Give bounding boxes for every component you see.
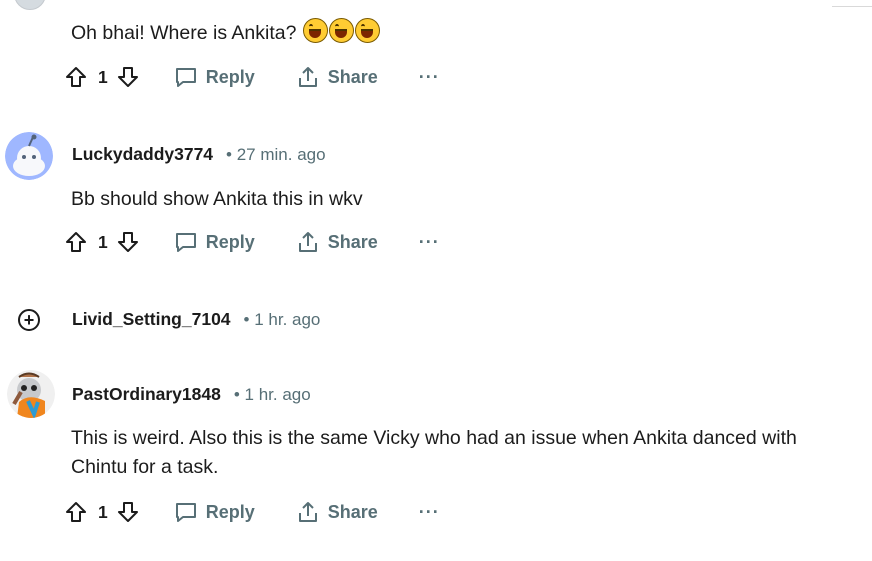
- more-icon: ···: [418, 66, 440, 87]
- upvote-button[interactable]: [64, 65, 88, 89]
- comment-4-header: PastOrdinary1848 • 1 hr. ago: [72, 384, 311, 405]
- share-label: Share: [327, 66, 378, 87]
- more-icon: ···: [418, 231, 440, 252]
- comment-1-actions: 1 Reply Share ···: [64, 62, 440, 92]
- reply-label: Reply: [205, 231, 255, 252]
- comment-1-body: Oh bhai! Where is Ankita?: [71, 22, 297, 44]
- downvote-icon: [117, 67, 138, 87]
- downvote-button[interactable]: [116, 65, 140, 89]
- vote-count: 1: [98, 66, 108, 87]
- upvote-icon: [66, 502, 86, 522]
- reply-label: Reply: [205, 66, 255, 87]
- timestamp: • 1 hr. ago: [243, 309, 321, 329]
- reply-button[interactable]: Reply: [174, 65, 255, 89]
- top-divider: [832, 6, 872, 7]
- reddit-default-avatar-icon: [5, 132, 53, 180]
- previous-avatar-fragment: [14, 0, 46, 10]
- comment-2-text: Bb should show Ankita this in wkv: [71, 188, 363, 210]
- upvote-icon: [66, 67, 86, 87]
- reply-icon: [175, 68, 196, 87]
- reply-button[interactable]: Reply: [174, 500, 255, 524]
- timestamp: • 27 min. ago: [226, 144, 326, 164]
- vote-count: 1: [98, 501, 108, 522]
- avatar[interactable]: [7, 370, 55, 418]
- share-label: Share: [327, 231, 378, 252]
- username[interactable]: PastOrdinary1848: [72, 384, 221, 405]
- expand-thread-icon: +: [23, 310, 35, 330]
- more-options-button[interactable]: ···: [419, 502, 440, 523]
- custom-avatar-icon: [7, 370, 55, 418]
- comment-2-actions: 1 Reply Share ···: [64, 227, 440, 257]
- reply-label: Reply: [205, 501, 255, 522]
- share-icon: [298, 502, 317, 522]
- comment-4-actions: 1 Reply Share ···: [64, 497, 440, 527]
- comment-2-header: Luckydaddy3774 • 27 min. ago: [72, 144, 326, 165]
- share-button[interactable]: Share: [296, 230, 378, 254]
- downvote-button[interactable]: [116, 500, 140, 524]
- timestamp: • 1 hr. ago: [233, 384, 311, 404]
- reply-button[interactable]: Reply: [174, 230, 255, 254]
- upvote-button[interactable]: [64, 500, 88, 524]
- comment-1-text: Oh bhai! Where is Ankita?: [71, 18, 380, 48]
- share-label: Share: [327, 501, 378, 522]
- collapsed-comment-header: Livid_Setting_7104 • 1 hr. ago: [72, 309, 320, 330]
- more-options-button[interactable]: ···: [419, 67, 440, 88]
- comment-4-line-2: Chintu for a task.: [71, 456, 219, 478]
- share-icon: [298, 67, 317, 87]
- reply-icon: [175, 503, 196, 522]
- username[interactable]: Livid_Setting_7104: [72, 309, 231, 330]
- downvote-button[interactable]: [116, 230, 140, 254]
- emoji-laugh-icon-1: [302, 18, 328, 43]
- share-icon: [298, 232, 317, 252]
- downvote-icon: [117, 232, 138, 252]
- emoji-laugh-icon-3: [354, 18, 380, 43]
- expand-thread-button[interactable]: +: [18, 309, 40, 331]
- comment-4-text: This is weird. Also this is the same Vic…: [71, 424, 861, 482]
- avatar[interactable]: [5, 132, 53, 180]
- share-button[interactable]: Share: [296, 65, 378, 89]
- vote-count: 1: [98, 231, 108, 252]
- comment-4-line-1: This is weird. Also this is the same Vic…: [71, 427, 797, 449]
- more-icon: ···: [418, 501, 440, 522]
- emoji-laugh-icon-2: [328, 18, 354, 43]
- share-button[interactable]: Share: [296, 500, 378, 524]
- reply-icon: [175, 233, 196, 252]
- more-options-button[interactable]: ···: [419, 232, 440, 253]
- upvote-icon: [66, 232, 86, 252]
- upvote-button[interactable]: [64, 230, 88, 254]
- username[interactable]: Luckydaddy3774: [72, 144, 213, 165]
- downvote-icon: [117, 502, 138, 522]
